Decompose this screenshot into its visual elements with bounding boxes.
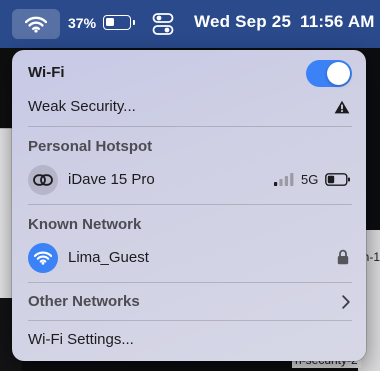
divider bbox=[28, 204, 352, 205]
other-networks-row[interactable]: Other Networks bbox=[12, 290, 366, 314]
battery-nub bbox=[133, 20, 135, 25]
other-networks-label: Other Networks bbox=[28, 293, 140, 310]
menubar-date[interactable]: Wed Sep 25 bbox=[194, 12, 291, 32]
chevron-right-icon bbox=[342, 295, 350, 309]
cellular-signal-icon bbox=[274, 173, 294, 186]
wifi-icon bbox=[25, 16, 47, 33]
known-network-name: Lima_Guest bbox=[68, 249, 149, 266]
divider bbox=[28, 320, 352, 321]
hotspot-row[interactable]: iDave 15 Pro 5G bbox=[12, 162, 366, 198]
hotspot-icon-circle bbox=[28, 165, 58, 195]
wifi-menu-panel: Wi-Fi Weak Security... Personal Hotspot … bbox=[12, 50, 366, 361]
known-network-header: Known Network bbox=[28, 216, 142, 233]
known-network-icon-circle bbox=[28, 243, 58, 273]
weak-security-row[interactable]: Weak Security... bbox=[12, 94, 366, 120]
personal-hotspot-header: Personal Hotspot bbox=[28, 138, 153, 155]
known-network-row[interactable]: Lima_Guest bbox=[12, 240, 366, 276]
link-icon bbox=[33, 174, 53, 186]
wifi-icon bbox=[34, 251, 52, 265]
warning-icon bbox=[334, 100, 350, 114]
divider bbox=[28, 282, 352, 283]
hotspot-network-type: 5G bbox=[301, 172, 319, 187]
wifi-header-row: Wi-Fi bbox=[12, 50, 366, 96]
hotspot-name: iDave 15 Pro bbox=[68, 171, 155, 188]
divider bbox=[28, 126, 352, 127]
wifi-title: Wi-Fi bbox=[28, 64, 65, 81]
wifi-settings-row[interactable]: Wi-Fi Settings... bbox=[12, 328, 366, 354]
battery-icon[interactable] bbox=[103, 15, 131, 30]
wifi-toggle[interactable] bbox=[306, 60, 352, 87]
menu-bar: 37% Wed Sep 25 11:56 AM bbox=[0, 0, 380, 48]
wifi-settings-label: Wi-Fi Settings... bbox=[28, 331, 134, 348]
hotspot-battery-icon bbox=[325, 173, 350, 186]
battery-percentage: 37% bbox=[68, 15, 97, 31]
control-center-icon[interactable] bbox=[152, 12, 174, 36]
menubar-time[interactable]: 11:56 AM bbox=[300, 12, 375, 32]
weak-security-label: Weak Security... bbox=[28, 98, 136, 115]
battery-level-fill bbox=[106, 18, 114, 26]
menubar-wifi-button[interactable] bbox=[12, 9, 60, 39]
wifi-toggle-knob bbox=[327, 62, 350, 85]
lock-icon bbox=[337, 249, 349, 265]
